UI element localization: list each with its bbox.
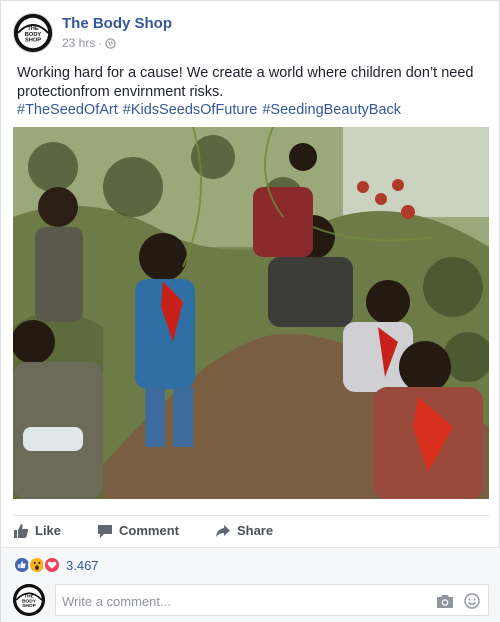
comment-box xyxy=(55,584,489,616)
thumbs-up-icon xyxy=(14,523,29,538)
like-label: Like xyxy=(35,523,62,538)
commenter-avatar: THE BODY SHOP xyxy=(13,584,45,616)
svg-text:SHOP: SHOP xyxy=(25,38,41,44)
page-name-link[interactable]: The Body Shop xyxy=(62,15,172,32)
svg-text:SHOP: SHOP xyxy=(22,603,36,609)
share-label: Share xyxy=(236,523,274,538)
share-arrow-icon xyxy=(215,524,230,537)
hashtag-link[interactable]: #KidsSeedsOfFuture xyxy=(123,102,258,118)
like-button[interactable]: Like xyxy=(13,523,61,539)
camera-icon[interactable] xyxy=(436,593,454,609)
reactions-summary[interactable]: 3.467 xyxy=(13,556,99,574)
comment-icon xyxy=(98,524,113,538)
hashtag-link[interactable]: #SeedingBeautyBack xyxy=(262,102,401,118)
hashtag-list: #TheSeedOfArt #KidsSeedsOfFuture #Seedin… xyxy=(17,102,401,118)
children-on-hillside-image xyxy=(13,127,489,499)
post-meta: 23 hrs · xyxy=(62,36,117,50)
comment-composer: THE BODY SHOP xyxy=(13,584,489,616)
post-actions-bar: Like Comment Share xyxy=(13,515,489,545)
comment-input[interactable] xyxy=(62,592,412,610)
reactions-and-comments: 3.467 THE BODY SHOP xyxy=(1,547,500,622)
share-button[interactable]: Share xyxy=(215,523,273,539)
post-time[interactable]: 23 hrs xyxy=(62,36,95,50)
post-card: THE BODY SHOP The Body Shop 23 hrs · Wor… xyxy=(0,0,500,622)
love-reaction-icon xyxy=(43,556,61,574)
emoji-icon[interactable] xyxy=(464,593,480,609)
comment-button[interactable]: Comment xyxy=(97,523,179,539)
post-text: Working hard for a cause! We create a wo… xyxy=(17,65,474,100)
page-avatar[interactable]: THE BODY SHOP xyxy=(13,13,53,53)
reaction-count[interactable]: 3.467 xyxy=(66,558,99,573)
meta-separator: · xyxy=(98,36,103,50)
the-body-shop-logo: THE BODY SHOP xyxy=(13,584,45,616)
comment-label: Comment xyxy=(119,523,179,538)
hashtag-link[interactable]: #TheSeedOfArt xyxy=(17,102,118,118)
post-photo[interactable] xyxy=(13,127,489,499)
globe-icon xyxy=(105,37,117,49)
the-body-shop-logo: THE BODY SHOP xyxy=(14,14,52,52)
post-header: THE BODY SHOP The Body Shop 23 hrs · xyxy=(13,13,483,55)
